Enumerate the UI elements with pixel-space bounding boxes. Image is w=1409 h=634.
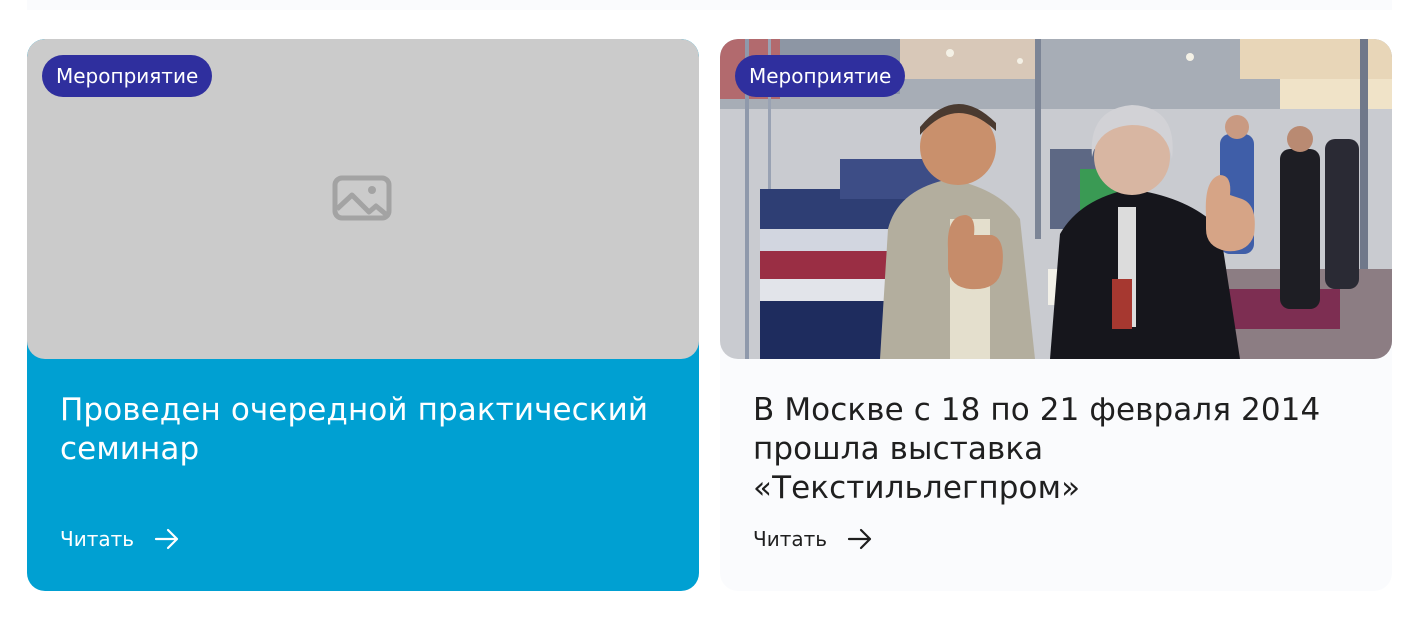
card-title[interactable]: Проведен очередной практический семинар	[60, 391, 660, 469]
read-more-link[interactable]: Читать	[60, 523, 180, 555]
previous-row-edge	[27, 0, 1392, 10]
news-card[interactable]: Мероприятие В Москве с 18 по 21 февраля …	[720, 39, 1392, 591]
news-card[interactable]: Мероприятие Проведен очередной практичес…	[27, 39, 699, 591]
read-more-label: Читать	[60, 527, 135, 551]
arrow-right-icon	[154, 528, 179, 550]
read-more-link[interactable]: Читать	[753, 523, 873, 555]
image-placeholder-icon	[332, 175, 392, 221]
arrow-right-icon	[847, 528, 872, 550]
read-more-label: Читать	[753, 527, 828, 551]
card-title[interactable]: В Москве с 18 по 21 февраля 2014 прошла …	[753, 391, 1353, 508]
category-badge[interactable]: Мероприятие	[735, 55, 906, 97]
category-badge[interactable]: Мероприятие	[42, 55, 213, 97]
